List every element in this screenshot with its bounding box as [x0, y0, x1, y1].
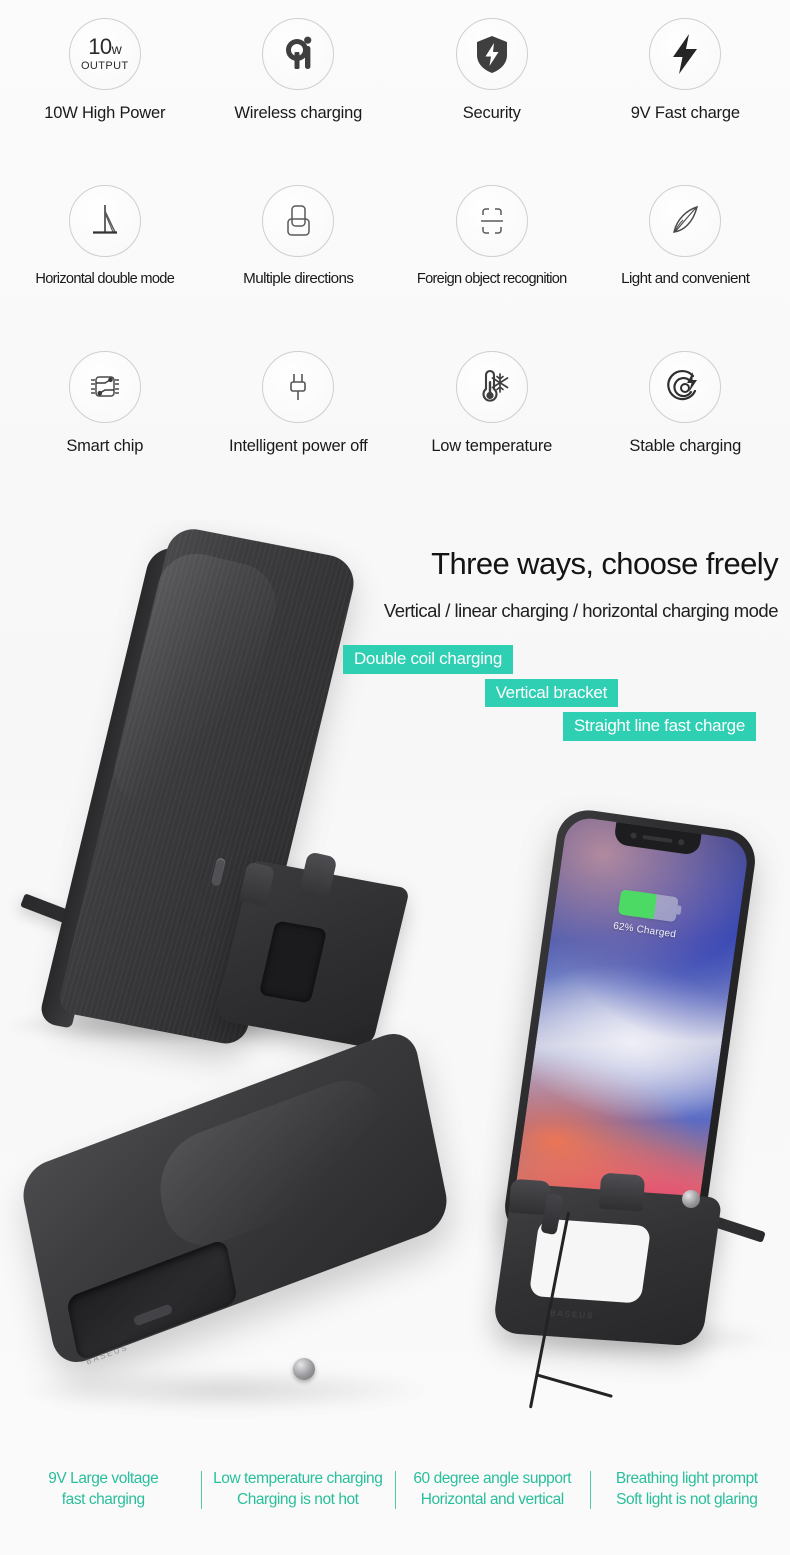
power-plug-icon: [262, 351, 335, 424]
10w-output-icon: 10w OUTPUT: [68, 18, 141, 90]
microchip-icon: [68, 351, 141, 424]
feature-label: Wireless charging: [234, 104, 363, 122]
feature-cell-horizontal-double-mode: Horizontal double mode: [8, 184, 202, 287]
front-camera-icon: [630, 832, 638, 839]
feature-label: Security: [462, 104, 521, 122]
badge-double-coil-charging: Double coil charging: [342, 645, 513, 674]
thermometer-snowflake-icon: [455, 351, 528, 424]
feature-cell-wireless-charging: Wireless charging: [202, 18, 396, 122]
mode-badge-list: Double coil charging Vertical bracket St…: [330, 645, 778, 741]
foreign-object-scan-icon: [455, 184, 528, 257]
shield-bolt-security-icon: [455, 18, 528, 90]
feature-label: 10W High Power: [44, 104, 166, 122]
footer-line-2: Horizontal and vertical: [420, 1491, 564, 1509]
feature-cell-security: Security: [395, 18, 589, 122]
feature-cell-9v-fast-charge: 9V Fast charge: [589, 18, 783, 122]
footer-line-1: Low temperature charging: [213, 1470, 383, 1488]
feature-cell-multiple-directions: Multiple directions: [202, 184, 396, 288]
footer-column-breathing-light: Breathing light prompt Soft light is not…: [589, 1469, 785, 1511]
charging-indicator: 62% Charged: [612, 889, 682, 941]
feature-cell-intelligent-power-off: Intelligent power off: [202, 351, 396, 455]
earpiece-speaker-icon: [642, 834, 673, 843]
battery-fill-level: [617, 889, 657, 920]
feature-cell-smart-chip: Smart chip: [8, 351, 202, 455]
feature-cell-light-and-convenient: Light and convenient: [589, 184, 783, 288]
footer-line-1: Breathing light prompt: [615, 1470, 758, 1488]
feature-cell-foreign-object-recognition: Foreign object recognition: [395, 184, 589, 287]
footer-column-60-degree-angle: 60 degree angle support Horizontal and v…: [395, 1469, 590, 1511]
flat-stand-shadow: [25, 1368, 425, 1412]
phone-orientations-icon: [262, 184, 335, 257]
flat-stand-hinge-pin: [293, 1358, 315, 1380]
footer-line-2: fast charging: [61, 1491, 145, 1509]
feature-row-2: Horizontal double mode Multiple directio…: [0, 184, 790, 352]
feature-row-1: 10w OUTPUT 10W High Power Wireless charg…: [0, 18, 790, 185]
feature-cell-low-temperature: Low temperature: [395, 351, 589, 455]
tilted-stand-icon: [68, 184, 141, 257]
footer-line-1: 9V Large voltage: [48, 1470, 159, 1488]
feature-label: Multiple directions: [243, 269, 354, 287]
footer-line-1: 60 degree angle support: [413, 1470, 572, 1488]
feature-label: Low temperature: [431, 437, 553, 456]
product-image-flat-stand: BASEUS: [5, 1025, 495, 1428]
feature-icon-grid: 10w OUTPUT 10W High Power Wireless charg…: [0, 18, 790, 518]
battery-icon: [617, 889, 682, 923]
battery-status-text: 62% Charged: [612, 920, 677, 941]
footer-benefits-bar: 9V Large voltage fast charging Low tempe…: [0, 1469, 790, 1511]
battery-terminal: [676, 905, 682, 915]
footer-line-2: Soft light is not glaring: [616, 1491, 758, 1509]
feature-label: 9V Fast charge: [630, 104, 740, 122]
phone-stand-right-lip: [598, 1172, 646, 1212]
product-image-phone-on-stand: 62% Charged BASEUS: [491, 806, 782, 1418]
feature-label: Stable charging: [629, 437, 742, 456]
feature-cell-10w-high-power: 10w OUTPUT 10W High Power: [8, 18, 202, 122]
charging-cable-tail: [535, 1373, 613, 1398]
lightning-bolt-icon: [649, 18, 722, 90]
10w-output-text: OUTPUT: [80, 60, 129, 72]
page-subtitle: Vertical / linear charging / horizontal …: [383, 600, 779, 621]
qi-wireless-logo-icon: [262, 18, 335, 90]
feature-label: Smart chip: [66, 437, 144, 456]
product-feature-page: 10w OUTPUT 10W High Power Wireless charg…: [0, 0, 790, 1555]
badge-straight-line-fast-charge: Straight line fast charge: [562, 712, 756, 741]
feather-light-icon: [649, 184, 722, 257]
10w-unit: w: [111, 41, 122, 57]
badge-vertical-bracket: Vertical bracket: [484, 678, 618, 708]
footer-line-2: Charging is not hot: [236, 1491, 359, 1509]
feature-label: Light and convenient: [621, 269, 750, 287]
10w-value: 10: [88, 34, 112, 59]
charging-target-bolt-icon: [649, 351, 722, 424]
footer-column-low-temperature: Low temperature charging Charging is not…: [200, 1469, 396, 1511]
page-title: Three ways, choose freely: [431, 546, 778, 581]
feature-cell-stable-charging: Stable charging: [589, 351, 783, 455]
feature-label: Horizontal double mode: [35, 270, 175, 287]
feature-label: Intelligent power off: [228, 437, 368, 456]
footer-column-9v-large-voltage: 9V Large voltage fast charging: [6, 1469, 201, 1511]
face-id-sensor-icon: [677, 838, 685, 846]
phone-stand-hinge-pin: [682, 1190, 700, 1208]
feature-row-3: Smart chip Intelligent power off Low tem…: [0, 351, 790, 518]
feature-label: Foreign object recognition: [416, 270, 567, 287]
